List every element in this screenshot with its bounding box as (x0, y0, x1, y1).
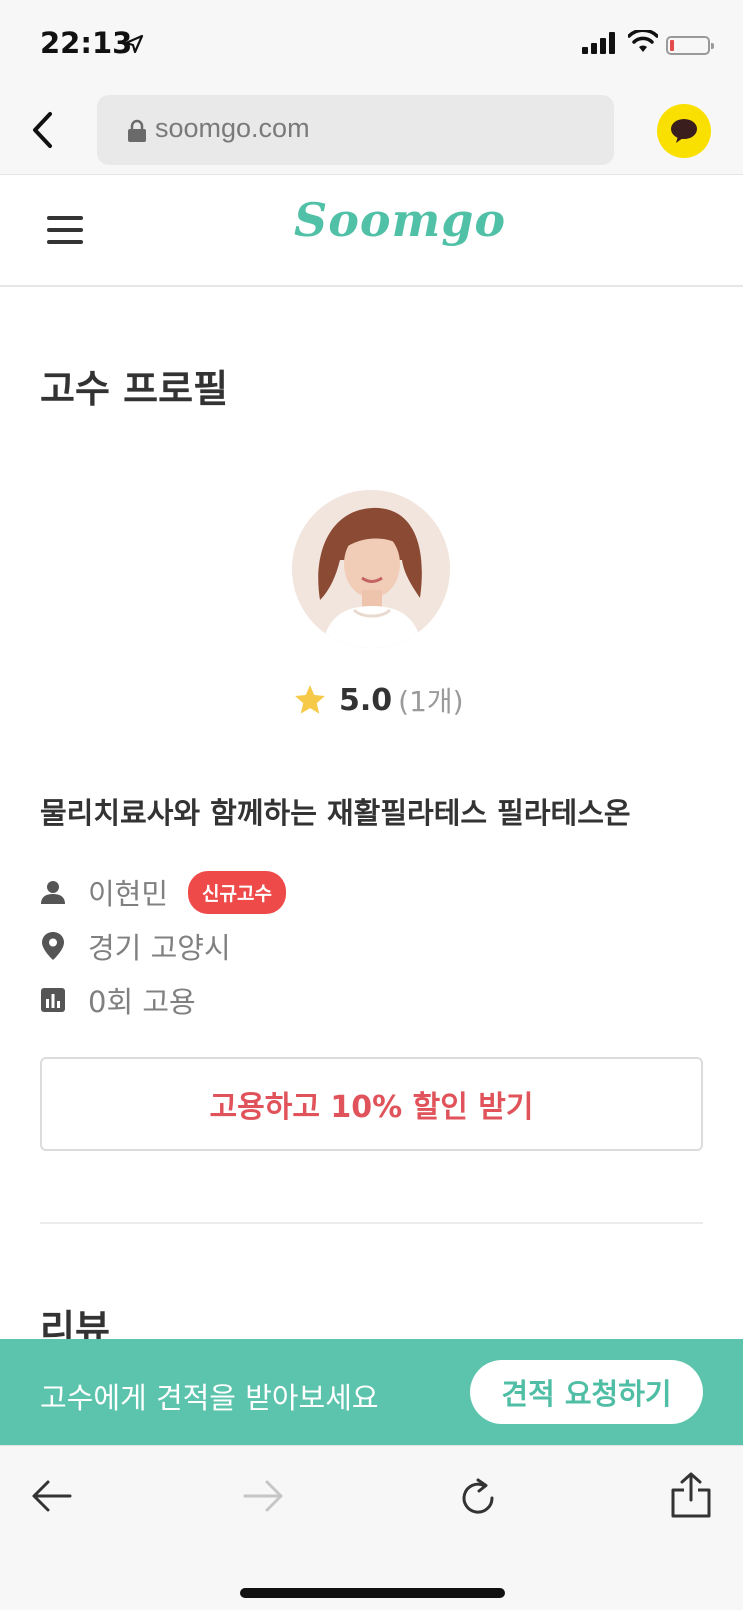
status-bar: 22:13 (0, 0, 743, 88)
browser-url-row: soomgo.com (0, 88, 743, 175)
star-icon (295, 685, 325, 714)
kakao-talk-button[interactable] (657, 104, 711, 158)
bar-chart-icon (40, 986, 66, 1014)
pro-name: 이현민 (88, 877, 169, 911)
avatar (292, 490, 450, 648)
location-text: 경기 고양시 (88, 931, 231, 965)
reload-icon[interactable] (456, 1476, 500, 1520)
discount-button[interactable]: 고용하고 10% 할인 받기 (40, 1057, 703, 1151)
divider (40, 1222, 703, 1224)
url-text: soomgo.com (155, 113, 310, 143)
browser-toolbar (0, 1445, 743, 1610)
url-field[interactable]: soomgo.com (97, 95, 614, 165)
service-title: 물리치료사와 함께하는 재활필라테스 필라테스온 (40, 796, 631, 830)
person-icon (40, 878, 66, 906)
page-title: 고수 프로필 (40, 367, 229, 411)
avatar-portrait (292, 490, 450, 648)
map-pin-icon (40, 932, 66, 960)
quote-cta-bar: 고수에게 견적을 받아보세요 견적 요청하기 (0, 1339, 743, 1445)
arrow-right-icon[interactable] (243, 1476, 285, 1516)
rating-value: 5.0 (339, 682, 393, 718)
rating-count[interactable]: (1개) (398, 680, 463, 720)
location-arrow-icon (124, 34, 144, 54)
battery-level (670, 40, 674, 51)
info-row-hires: 0회 고용 (40, 980, 196, 1020)
status-time: 22:13 (40, 26, 133, 60)
rating-row: 5.0 (1개) (293, 680, 464, 720)
info-row-location: 경기 고양시 (40, 926, 231, 966)
chat-bubble-icon (671, 119, 697, 143)
menu-icon[interactable] (47, 216, 83, 244)
back-chevron-icon[interactable] (28, 110, 58, 150)
status-badge: 신규고수 (188, 870, 286, 914)
request-quote-button[interactable]: 견적 요청하기 (470, 1360, 703, 1424)
home-indicator[interactable] (240, 1588, 505, 1598)
cta-text: 고수에게 견적을 받아보세요 (40, 1381, 379, 1415)
app-header: Soomgo (0, 175, 743, 287)
share-icon[interactable] (670, 1472, 712, 1518)
soomgo-logo[interactable]: Soomgo (294, 193, 506, 247)
lock-icon (128, 119, 146, 142)
hires-text: 0회 고용 (88, 985, 196, 1019)
signal-icon (582, 32, 615, 54)
info-row-name: 이현민 신규고수 (40, 870, 286, 914)
wifi-icon (628, 30, 658, 52)
battery-icon (666, 36, 714, 55)
arrow-left-icon[interactable] (30, 1476, 72, 1516)
